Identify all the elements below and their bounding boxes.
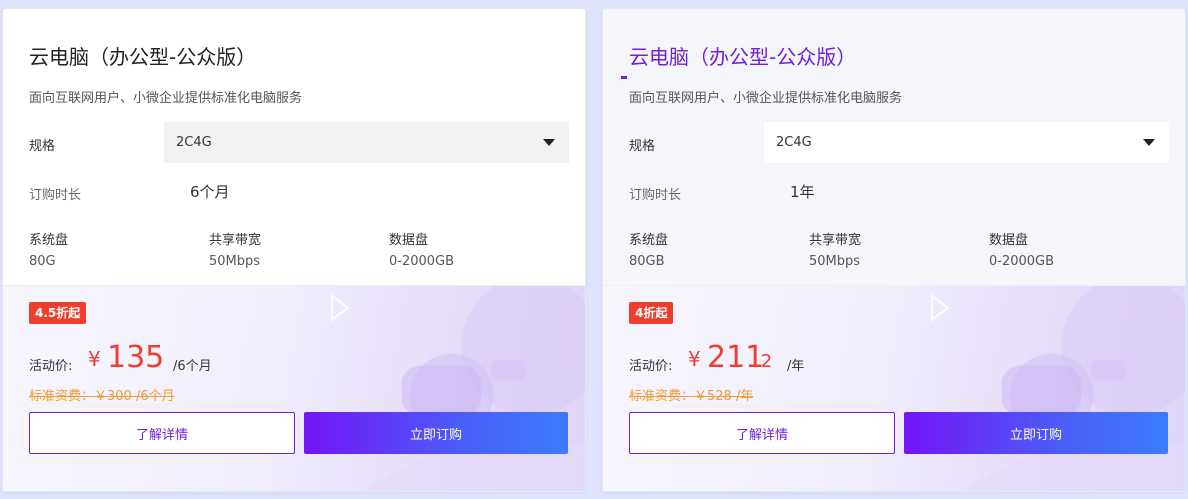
standard-price: 标准资费：￥528 /年 bbox=[629, 389, 754, 404]
price-decimal: .2 bbox=[755, 351, 773, 372]
currency-symbol: ¥ bbox=[688, 347, 701, 371]
attr-bandwidth: 共享带宽 50Mbps bbox=[809, 229, 861, 269]
card-title: 云电脑（办公型-公众版） bbox=[629, 45, 857, 69]
card-subtitle: 面向互联网用户、小微企业提供标准化电脑服务 bbox=[29, 91, 303, 106]
learn-more-button[interactable]: 了解详情 bbox=[629, 412, 895, 454]
spec-label: 规格 bbox=[629, 139, 656, 154]
order-now-button[interactable]: 立即订购 bbox=[304, 412, 568, 454]
attr-label: 系统盘 bbox=[629, 233, 669, 248]
attr-value: 0-2000GB bbox=[989, 254, 1055, 269]
attr-label: 共享带宽 bbox=[809, 233, 862, 248]
caret-down-icon bbox=[1143, 139, 1155, 146]
attr-data-disk: 数据盘 0-2000GB bbox=[389, 229, 454, 269]
attr-value: 0-2000GB bbox=[389, 254, 455, 269]
card-title: 云电脑（办公型-公众版） bbox=[29, 45, 257, 69]
spec-select-value: 2C4G bbox=[176, 135, 212, 150]
currency-symbol: ¥ bbox=[88, 347, 101, 371]
product-cards: 云电脑（办公型-公众版） 面向互联网用户、小微企业提供标准化电脑服务 规格 2C… bbox=[0, 0, 1188, 499]
attr-system-disk: 系统盘 80G bbox=[29, 229, 68, 269]
duration-label: 订购时长 bbox=[629, 188, 682, 203]
attr-value: 50Mbps bbox=[809, 254, 861, 269]
spec-select-value: 2C4G bbox=[776, 135, 812, 150]
attr-label: 数据盘 bbox=[989, 233, 1029, 248]
learn-more-button[interactable]: 了解详情 bbox=[29, 412, 295, 454]
discount-badge: 4折起 bbox=[629, 302, 674, 324]
attr-value: 80GB bbox=[629, 254, 665, 269]
attr-bandwidth: 共享带宽 50Mbps bbox=[209, 229, 261, 269]
title-accent-bar bbox=[621, 76, 627, 79]
discount-badge: 4.5折起 bbox=[29, 302, 87, 324]
price-panel: 4折起 活动价: ¥ 211 .2 /年 标准资费：￥528 /年 了解详情 立… bbox=[603, 285, 1185, 491]
caret-down-icon bbox=[543, 139, 555, 146]
spec-select[interactable]: 2C4G bbox=[164, 122, 569, 163]
spec-select[interactable]: 2C4G bbox=[764, 122, 1169, 163]
product-card: 云电脑（办公型-公众版） 面向互联网用户、小微企业提供标准化电脑服务 规格 2C… bbox=[602, 8, 1186, 492]
duration-label: 订购时长 bbox=[29, 188, 82, 203]
price-label: 活动价: bbox=[629, 359, 673, 374]
attr-value: 50Mbps bbox=[209, 254, 261, 269]
attr-label: 共享带宽 bbox=[209, 233, 262, 248]
price-unit: /6个月 bbox=[173, 359, 212, 374]
duration-value: 6个月 bbox=[190, 183, 230, 201]
price-unit: /年 bbox=[787, 359, 805, 374]
price-label: 活动价: bbox=[29, 359, 73, 374]
attr-label: 数据盘 bbox=[389, 233, 429, 248]
standard-price: 标准资费：￥300 /6个月 bbox=[29, 389, 175, 404]
price-amount: 135 bbox=[107, 340, 165, 375]
attr-label: 系统盘 bbox=[29, 233, 69, 248]
attr-value: 80G bbox=[29, 254, 56, 269]
attr-data-disk: 数据盘 0-2000GB bbox=[989, 229, 1054, 269]
price-panel: 4.5折起 活动价: ¥ 135 /6个月 标准资费：￥300 /6个月 了解详… bbox=[3, 285, 585, 491]
card-subtitle: 面向互联网用户、小微企业提供标准化电脑服务 bbox=[629, 91, 903, 106]
duration-value: 1年 bbox=[790, 183, 815, 201]
spec-label: 规格 bbox=[29, 139, 56, 154]
product-card: 云电脑（办公型-公众版） 面向互联网用户、小微企业提供标准化电脑服务 规格 2C… bbox=[2, 8, 586, 492]
attr-system-disk: 系统盘 80GB bbox=[629, 229, 668, 269]
order-now-button[interactable]: 立即订购 bbox=[904, 412, 1168, 454]
